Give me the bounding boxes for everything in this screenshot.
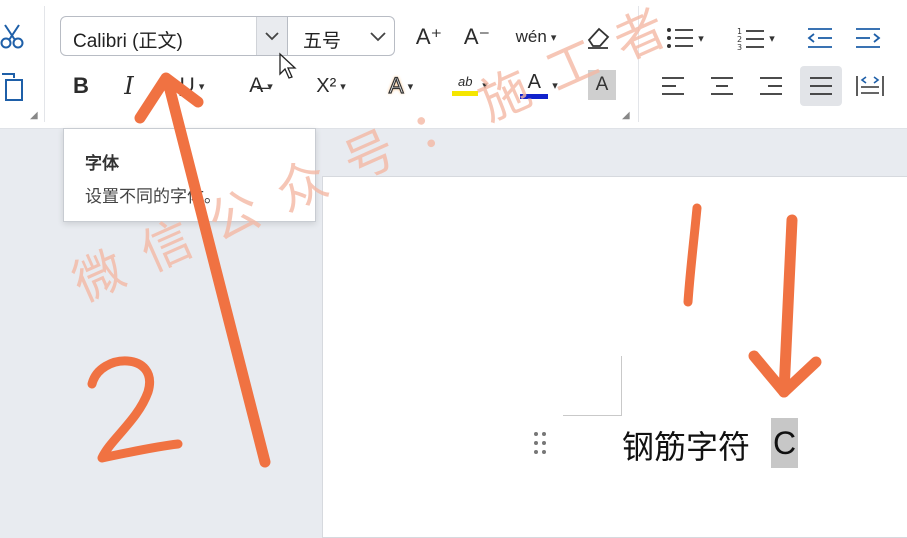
font-size-combobox[interactable]: 五号 xyxy=(288,16,395,56)
increase-indent-icon xyxy=(856,28,881,48)
superscript-icon: X² xyxy=(316,74,337,97)
copy-format-icon xyxy=(2,73,23,101)
font-name-value[interactable]: Calibri (正文) xyxy=(73,26,183,53)
clipboard-launcher-icon[interactable]: ◢ xyxy=(30,110,38,121)
underline-button[interactable]: U ▾ xyxy=(168,70,216,102)
justify-icon xyxy=(810,77,832,95)
cut-button[interactable] xyxy=(0,20,26,54)
align-right-icon xyxy=(760,77,782,95)
text-effect-icon: A xyxy=(388,72,404,98)
document-page[interactable] xyxy=(322,176,907,538)
font-name-dropdown-button[interactable] xyxy=(256,17,287,55)
strikethrough-button[interactable]: A̶ ▾ xyxy=(236,70,286,102)
drag-handle-icon[interactable] xyxy=(532,430,550,458)
margin-corner-mark xyxy=(563,415,622,416)
handwritten-2-annotation xyxy=(87,356,183,463)
increase-indent-button[interactable] xyxy=(852,22,884,54)
grow-font-icon: A⁺ xyxy=(415,24,443,49)
font-name-combobox[interactable]: Calibri (正文) xyxy=(60,16,288,56)
align-center-icon xyxy=(711,77,733,95)
chevron-down-icon: ▾ xyxy=(769,32,775,45)
chevron-down-icon: ▾ xyxy=(698,32,704,45)
superscript-button[interactable]: X² ▾ xyxy=(305,70,357,102)
align-left-button[interactable] xyxy=(656,70,690,102)
font-size-dropdown-button[interactable] xyxy=(370,25,386,52)
underline-icon: U xyxy=(179,74,195,97)
svg-text:3: 3 xyxy=(737,43,742,50)
align-center-button[interactable] xyxy=(705,70,739,102)
chevron-down-icon: ▾ xyxy=(267,80,273,93)
grow-font-button[interactable]: A⁺ xyxy=(412,20,446,54)
justify-button[interactable] xyxy=(800,66,842,106)
tooltip-title: 字体 xyxy=(85,154,119,173)
bold-button[interactable]: B xyxy=(66,70,96,102)
chevron-down-icon xyxy=(265,31,279,40)
chevron-down-icon: ▾ xyxy=(340,80,346,93)
numbering-button[interactable]: 1 2 3 ▾ xyxy=(730,22,782,54)
strikethrough-icon: A̶ xyxy=(249,74,264,97)
decrease-indent-button[interactable] xyxy=(804,22,836,54)
document-text[interactable]: 钢筋字符 xyxy=(622,422,750,468)
shrink-font-icon: A⁻ xyxy=(463,24,491,49)
distributed-button[interactable] xyxy=(852,70,888,102)
italic-icon: I xyxy=(124,72,134,100)
chevron-down-icon xyxy=(370,32,386,42)
align-left-icon xyxy=(662,77,684,95)
chevron-down-icon: ▾ xyxy=(407,80,414,93)
font-launcher-icon[interactable]: ◢ xyxy=(622,110,630,121)
format-painter-button[interactable] xyxy=(0,70,26,104)
selected-character[interactable]: C xyxy=(771,418,799,468)
italic-button[interactable]: I xyxy=(114,70,144,102)
decrease-indent-icon xyxy=(807,28,832,48)
bold-icon: B xyxy=(73,73,89,98)
font-size-value[interactable]: 五号 xyxy=(303,26,341,53)
chevron-down-icon: ▾ xyxy=(198,80,205,93)
shrink-font-button[interactable]: A⁻ xyxy=(460,20,494,54)
scissors-icon xyxy=(0,24,24,49)
numbered-list-icon: 1 2 3 xyxy=(737,27,765,50)
group-divider xyxy=(44,6,45,122)
margin-corner-mark xyxy=(621,356,622,416)
align-right-button[interactable] xyxy=(754,70,788,102)
distributed-align-icon xyxy=(856,76,884,96)
